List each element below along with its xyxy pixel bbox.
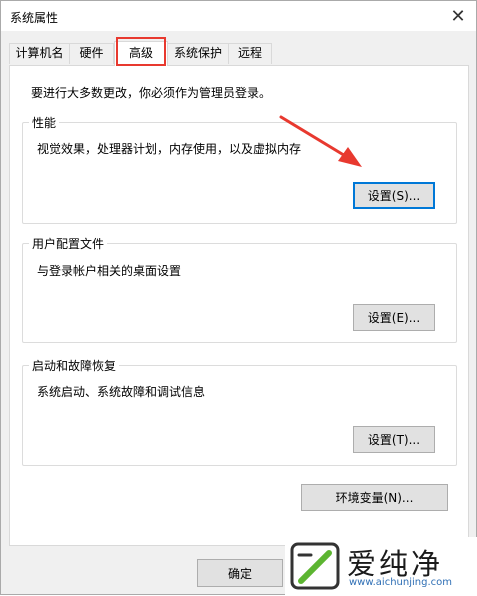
tab-remote[interactable]: 远程	[228, 43, 272, 64]
performance-desc: 视觉效果，处理器计划，内存使用，以及虚拟内存	[37, 142, 302, 156]
title-bar: 系统属性 ✕	[1, 1, 476, 31]
tab-computer-name[interactable]: 计算机名	[9, 43, 70, 64]
active-tab-highlight	[116, 37, 166, 66]
performance-settings-button[interactable]: 设置(S)...	[353, 182, 435, 209]
watermark-url: www.aichunjing.com	[349, 577, 452, 588]
watermark: 爱纯净 www.aichunjing.com	[285, 537, 477, 596]
tab-system-protection[interactable]: 系统保护	[167, 43, 229, 64]
startup-recovery-settings-button[interactable]: 设置(T)...	[353, 426, 435, 453]
startup-recovery-group: 启动和故障恢复 系统启动、系统故障和调试信息 设置(T)...	[22, 357, 457, 466]
annotation-arrow-icon	[279, 115, 362, 167]
close-icon[interactable]: ✕	[446, 4, 470, 28]
performance-label: 性能	[29, 114, 60, 131]
performance-group: 性能 视觉效果，处理器计划，内存使用，以及虚拟内存 设置(S)...	[22, 114, 457, 224]
user-profiles-group: 用户配置文件 与登录帐户相关的桌面设置 设置(E)...	[22, 235, 457, 343]
watermark-logo-icon	[290, 542, 340, 590]
window-title: 系统属性	[10, 11, 59, 25]
advanced-panel: 要进行大多数更改，你必须作为管理员登录。 性能 视觉效果，处理器计划，内存使用，…	[9, 65, 469, 546]
admin-notice: 要进行大多数更改，你必须作为管理员登录。	[31, 86, 272, 100]
user-profiles-label: 用户配置文件	[29, 235, 108, 252]
environment-variables-button[interactable]: 环境变量(N)...	[301, 484, 448, 511]
system-properties-window: 系统属性 ✕ 计算机名 硬件 高级 系统保护 远程 要进行大多数更改，你必须作为…	[0, 0, 477, 596]
startup-recovery-desc: 系统启动、系统故障和调试信息	[37, 385, 206, 399]
user-profiles-settings-button[interactable]: 设置(E)...	[353, 304, 435, 331]
startup-recovery-label: 启动和故障恢复	[29, 357, 120, 374]
user-profiles-desc: 与登录帐户相关的桌面设置	[37, 264, 182, 278]
ok-button[interactable]: 确定	[197, 559, 283, 587]
tab-hardware[interactable]: 硬件	[69, 43, 114, 64]
